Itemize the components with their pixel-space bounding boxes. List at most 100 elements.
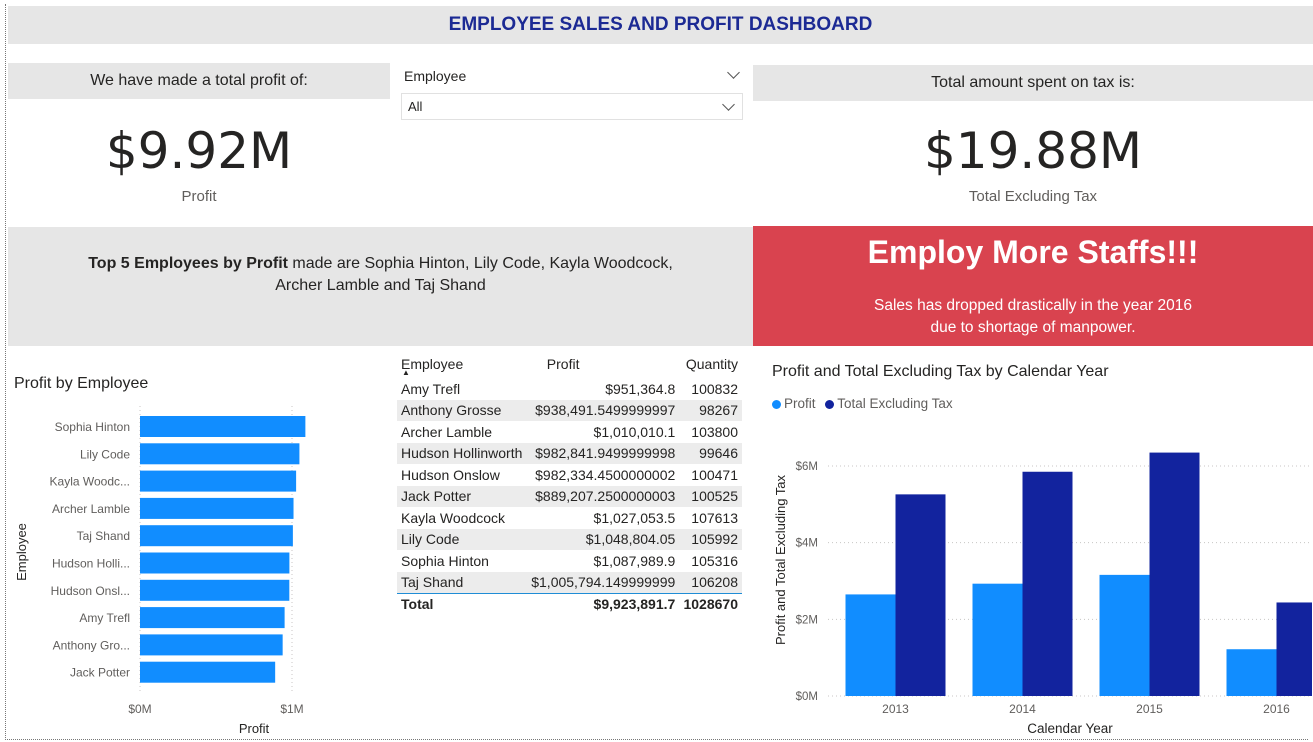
cell-profit: $1,087,989.9: [593, 552, 676, 569]
cell-profit: $889,207.2500000003: [526, 485, 680, 507]
top5-line2: Archer Lamble and Taj Shand: [275, 277, 486, 294]
col-employee-label: Employee: [401, 356, 464, 372]
tax-card-label: Total Excluding Tax: [968, 188, 1098, 205]
bar-total-excluding-tax-2015: [1149, 452, 1200, 696]
col-header-employee[interactable]: Employee ▲: [397, 350, 527, 378]
tax-card-value[interactable]: $19.88M: [753, 122, 1313, 186]
bar-jack-potter: [140, 661, 276, 683]
cell-quantity: 98267: [679, 399, 742, 421]
cell-profit: $1,027,053.5: [593, 509, 676, 526]
bar-profit-2014: [972, 583, 1023, 696]
x-axis-title: Calendar Year: [1027, 721, 1113, 736]
alert-line2: due to shortage of manpower.: [930, 319, 1136, 336]
col-header-profit[interactable]: Profit: [527, 350, 680, 378]
cell-employee: Taj Shand: [397, 571, 527, 593]
y-tick-label: Taj Shand: [77, 529, 130, 543]
table-total-row: Total $9,923,891.7 1028670: [397, 592, 742, 615]
total-cell: 1028670: [679, 592, 742, 615]
profit-by-employee-chart[interactable]: $0M $1M Sophia Hinton Lily Code Kayla Woodc.…: [8, 400, 388, 740]
alert-body: Sales has dropped drastically in the yea…: [753, 295, 1313, 339]
y-axis-title: Employee: [14, 523, 29, 581]
legend-tax-marker: [825, 399, 835, 409]
year-chart-legend: Profit Total Excluding Tax: [772, 396, 953, 411]
total-cell: $9,923,891.7: [526, 592, 680, 615]
profit-tax-by-year-title: Profit and Total Excluding Tax by Calend…: [772, 363, 1109, 380]
profit-by-employee-title: Profit by Employee: [14, 375, 149, 392]
cell-employee: Kayla Woodcock: [401, 509, 506, 526]
cell-profit: $1,010,010.1: [593, 423, 676, 440]
y-tick-label: $0M: [796, 691, 818, 703]
y-tick-label: $2M: [796, 614, 818, 626]
cell-quantity: 103800: [691, 423, 738, 440]
x-tick-label: 2016: [1263, 702, 1290, 716]
sort-ascending-icon[interactable]: ▲: [402, 368, 410, 377]
legend-profit-marker: [772, 399, 781, 409]
cell-quantity: 100525: [679, 485, 742, 507]
table-row[interactable]: Sophia Hinton $1,087,989.9 105316: [397, 550, 742, 572]
top5-panel: Top 5 Employees by Profit made are Sophi…: [8, 227, 753, 346]
table-row[interactable]: Lily Code $1,048,804.05 105992: [397, 528, 742, 550]
legend-profit-label: Profit: [784, 396, 816, 411]
bar-total-excluding-tax-2016: [1276, 602, 1312, 696]
cell-employee: Archer Lamble: [401, 423, 493, 440]
table-header-row: Employee ▲ Profit Quantity: [397, 350, 742, 378]
table-row[interactable]: Taj Shand $1,005,794.149999999 106208: [397, 571, 742, 593]
bar-kayla-woodc-: [140, 470, 297, 492]
y-tick-label: Anthony Gro...: [53, 638, 130, 652]
x-tick-label: 2015: [1136, 702, 1163, 716]
slicer-selected-value: All: [408, 99, 423, 114]
bar-hudson-holli-: [140, 552, 290, 574]
bar-anthony-gro-: [140, 634, 283, 656]
y-tick-label: $6M: [796, 461, 818, 473]
cell-quantity: 107613: [691, 509, 738, 526]
cell-profit: $951,364.8: [605, 380, 676, 397]
cell-profit: $982,334.4500000002: [535, 466, 676, 483]
y-tick-label: Kayla Woodc...: [50, 475, 130, 489]
alert-panel: Employ More Staffs!!! Sales has dropped …: [753, 226, 1313, 346]
x-tick-label: 2014: [1009, 702, 1036, 716]
cell-profit: $982,841.9499999998: [526, 442, 680, 464]
x-tick-label: $0M: [128, 702, 151, 716]
y-tick-label: Hudson Holli...: [52, 557, 130, 571]
cell-employee: Sophia Hinton: [401, 552, 489, 569]
alert-headline: Employ More Staffs!!!: [867, 234, 1199, 270]
cell-profit: $1,048,804.05: [526, 528, 680, 550]
table-row[interactable]: Anthony Grosse $938,491.5499999997 98267: [397, 399, 742, 421]
cell-employee: Hudson Onslow: [401, 466, 500, 483]
profit-card-heading: We have made a total profit of:: [8, 63, 390, 99]
y-tick-label: $4M: [796, 538, 818, 550]
bar-taj-shand: [140, 525, 293, 547]
bar-total-excluding-tax-2013: [895, 494, 946, 696]
bar-hudson-onsl-: [140, 579, 290, 601]
y-tick-label: Sophia Hinton: [55, 420, 130, 434]
cell-profit: $1,005,794.149999999: [526, 571, 680, 593]
cell-quantity: 100832: [691, 380, 738, 397]
bar-sophia-hinton: [140, 416, 306, 437]
top5-bold: Top 5 Employees by Profit: [88, 255, 288, 272]
top5-text: Top 5 Employees by Profit made are Sophi…: [8, 253, 753, 297]
bar-total-excluding-tax-2014: [1022, 471, 1073, 696]
table-row[interactable]: Archer Lamble $1,010,010.1 103800: [397, 421, 742, 443]
cell-quantity: 99646: [679, 442, 742, 464]
page-title: EMPLOYEE SALES AND PROFIT DASHBOARD: [448, 14, 873, 35]
table-row[interactable]: Amy Trefl $951,364.8 100832: [397, 378, 742, 400]
table-row[interactable]: Jack Potter $889,207.2500000003 100525: [397, 485, 742, 507]
cell-employee: Anthony Grosse: [397, 399, 527, 421]
bar-amy-trefl: [140, 607, 285, 629]
chevron-down-icon[interactable]: [722, 98, 735, 111]
y-axis-title: Profit and Total Excluding Tax: [773, 474, 788, 645]
table-row[interactable]: Hudson Hollinworth $982,841.9499999998 996…: [397, 442, 742, 464]
bar-profit-2016: [1226, 649, 1277, 696]
table-row[interactable]: Hudson Onslow $982,334.4500000002 100471: [397, 464, 742, 486]
legend-tax-label: Total Excluding Tax: [837, 396, 953, 411]
cell-quantity: 105316: [691, 552, 738, 569]
profit-card-value[interactable]: $9.92M: [8, 122, 390, 186]
cell-employee: Jack Potter: [397, 485, 527, 507]
employee-slicer-dropdown[interactable]: All: [401, 93, 743, 120]
employee-table[interactable]: Employee ▲ Profit Quantity Amy Trefl $951…: [397, 350, 742, 615]
x-tick-label: 2013: [882, 702, 909, 716]
table-row[interactable]: Kayla Woodcock $1,027,053.5 107613: [397, 507, 742, 529]
col-header-quantity[interactable]: Quantity: [679, 350, 742, 378]
bar-profit-2013: [845, 594, 896, 696]
profit-tax-by-year-chart[interactable]: $0M $2M $4M $6M 2013 2014 2015 2016 Calendar Yea…: [760, 420, 1312, 740]
